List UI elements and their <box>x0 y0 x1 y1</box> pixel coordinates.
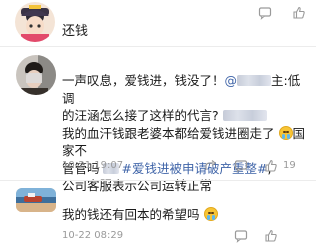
commenter-avatar-1[interactable] <box>15 2 55 42</box>
commenter-avatar-3[interactable] <box>16 188 56 212</box>
mention-prefix[interactable]: @ <box>225 73 238 88</box>
redacted-link <box>222 110 267 121</box>
redacted-username <box>237 75 272 86</box>
reply-body: 我的钱还有回本的希望吗 <box>62 206 218 223</box>
comment-time: 10-21 19:07 <box>62 160 124 171</box>
like-icon[interactable] <box>264 229 278 243</box>
comment-icon[interactable] <box>234 159 248 173</box>
comment-body: 一声叹息，爱钱进，钱没了！@ 主:低调 的汪涵怎么接了这样的代言? 我的血汗钱跟老… <box>62 72 306 195</box>
comment-icon[interactable] <box>258 6 272 20</box>
comment-thread: 还钱 一声叹息，爱钱进，钱没了！@ 主:低调 的汪涵怎么接了这样的代言? 我的血汗… <box>0 0 316 251</box>
like-icon[interactable] <box>264 159 278 173</box>
commenter-avatar-2[interactable] <box>16 55 56 95</box>
divider <box>0 46 316 47</box>
reply-time: 10-22 08:29 <box>62 230 124 241</box>
reply-text: 我的钱还有回本的希望吗 <box>62 207 200 222</box>
like-count: 19 <box>283 160 296 171</box>
share-icon[interactable] <box>204 159 218 173</box>
crying-emoji-icon <box>203 207 218 221</box>
like-icon[interactable] <box>292 6 306 20</box>
comment-text: 还钱 <box>62 24 89 39</box>
comment-text-line: 我的血汗钱跟老婆本都给爱钱进圈走了 <box>62 125 275 141</box>
comment-text-line: 的汪涵怎么接了这样的代言? <box>62 108 219 123</box>
comment-text-line: 一声叹息，爱钱进，钱没了！ <box>62 73 225 88</box>
divider <box>0 180 316 181</box>
crying-emoji-icon <box>278 125 293 140</box>
comment-icon[interactable] <box>234 229 248 243</box>
